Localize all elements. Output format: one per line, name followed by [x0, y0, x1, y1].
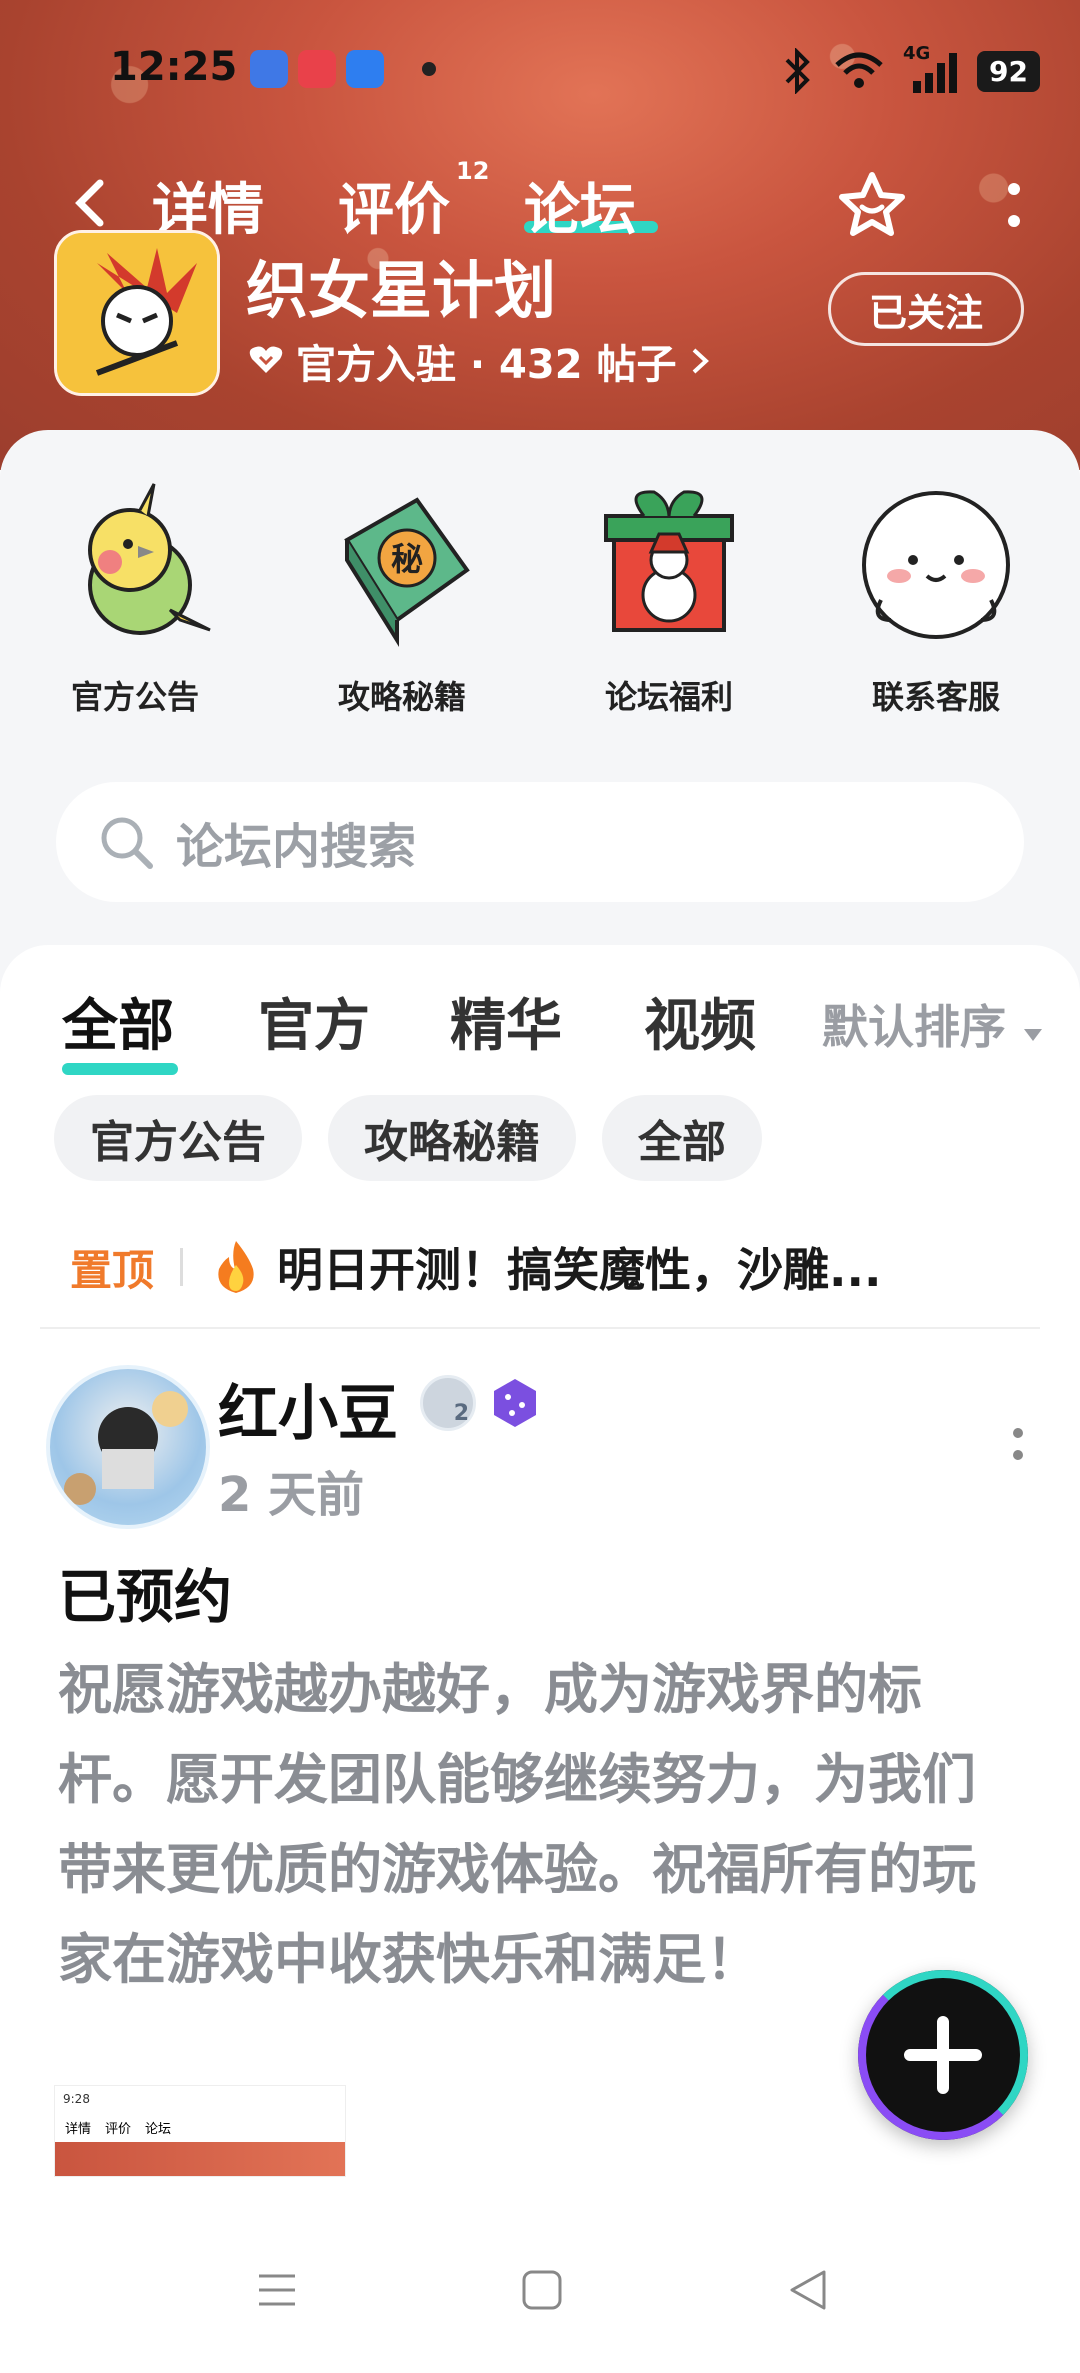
secret-book-icon: 秘 [344, 497, 470, 647]
system-navigation-bar [0, 2230, 1080, 2373]
notification-dot-icon [422, 62, 436, 76]
game-character-icon [57, 233, 217, 393]
filter-tab-video[interactable]: 视频 [644, 981, 756, 1062]
battery-indicator: 92 [977, 50, 1040, 92]
plus-icon [904, 2016, 982, 2094]
menu-icon[interactable] [255, 2268, 299, 2312]
star-favorite-icon[interactable] [836, 169, 908, 241]
author-badges: 2 [420, 1375, 542, 1431]
post-time: 2 天前 [218, 1467, 365, 1523]
quick-link-guides[interactable]: 秘 攻略秘籍 [287, 480, 517, 718]
status-time: 12:25 [110, 44, 238, 90]
post-more-icon[interactable] [1008, 1415, 1028, 1475]
category-chips: 官方公告 攻略秘籍 全部 [54, 1095, 762, 1181]
create-post-button[interactable] [858, 1970, 1028, 2140]
chip-announcements[interactable]: 官方公告 [54, 1095, 302, 1181]
quick-link-announcements[interactable]: 官方公告 [20, 480, 250, 718]
bluetooth-icon [785, 48, 810, 94]
app-meta-text: 官方入驻 · 432 帖子 [296, 342, 677, 388]
author-name[interactable]: 红小豆 [218, 1365, 398, 1452]
parrot-icon [88, 483, 211, 635]
tab-reviews[interactable]: 评价 [338, 165, 450, 246]
game-app-icon [54, 230, 220, 396]
thumb-header-art [55, 2142, 345, 2176]
thumb-tab: 详情 [65, 2121, 92, 2137]
thumb-tab: 论坛 [145, 2121, 172, 2137]
search-placeholder: 论坛内搜索 [176, 819, 417, 875]
level-badge-icon: 2 [420, 1375, 476, 1431]
filter-tabs: 全部 官方 精华 视频 默认排序 [62, 981, 1044, 1075]
quick-links: 官方公告 秘 攻略秘籍 论坛福利 联系客服 [0, 460, 1080, 740]
list-divider [40, 1327, 1040, 1329]
svg-text:秘: 秘 [391, 540, 423, 578]
forum-search-input[interactable]: 论坛内搜索 [56, 782, 1024, 902]
pinned-post[interactable]: 置顶 明日开测！搞笑魔性，沙雕... [70, 1227, 1040, 1307]
caret-down-icon [1024, 1029, 1042, 1041]
video-app-icon [298, 50, 336, 88]
thumb-tab: 评价 [105, 2121, 132, 2137]
quick-link-label: 联系客服 [871, 678, 1000, 716]
chip-guides[interactable]: 攻略秘籍 [328, 1095, 576, 1181]
chevron-right-icon [693, 348, 710, 374]
wifi-icon [835, 52, 883, 88]
more-options-icon[interactable] [994, 175, 1034, 235]
quick-link-customer-service[interactable]: 联系客服 [821, 480, 1051, 718]
tplink-app-icon [346, 50, 384, 88]
fire-icon [218, 1241, 254, 1293]
avatar-image [64, 1391, 188, 1505]
quick-link-label: 攻略秘籍 [337, 678, 466, 716]
pinned-title: 明日开测！搞笑魔性，沙雕... [277, 1243, 882, 1297]
thumb-status-time: 9:28 [63, 2092, 90, 2106]
pinned-tag: 置顶 [70, 1245, 155, 1295]
heart-badge-icon [249, 346, 283, 373]
forum-header: 12:25 4G 92 详情 评价 12 论坛 织女星计划 官方入驻 · 432… [0, 0, 1080, 470]
app-name: 织女星计划 [246, 254, 557, 327]
filter-tab-official[interactable]: 官方 [258, 981, 370, 1062]
post-image-thumbnail[interactable]: 9:28 详情 评价 论坛 [54, 2085, 346, 2177]
app-notification-icon [250, 50, 288, 88]
app-meta[interactable]: 官方入驻 · 432 帖子 [248, 332, 712, 390]
sort-label: 默认排序 [821, 1000, 1006, 1054]
back-triangle-icon[interactable] [786, 2266, 830, 2314]
tab-forum[interactable]: 论坛 [524, 165, 636, 246]
sort-dropdown[interactable]: 默认排序 [822, 991, 1044, 1057]
gift-box-icon [604, 490, 734, 632]
cellular-signal-icon: 4G [903, 43, 959, 93]
back-arrow-icon[interactable] [62, 173, 122, 233]
quick-link-label: 官方公告 [70, 678, 199, 716]
post-body: 祝愿游戏越办越好，成为游戏界的标杆。愿开发团队能够继续努力，为我们带来更优质的游… [58, 1658, 976, 1991]
thumb-tabs: 详情 评价 论坛 [55, 2112, 345, 2142]
status-bar: 12:25 4G 92 [0, 0, 1080, 140]
filter-tab-all[interactable]: 全部 [62, 981, 174, 1062]
home-icon[interactable] [520, 2268, 564, 2312]
dice-badge-icon [494, 1379, 536, 1427]
follow-button[interactable]: 已关注 [828, 272, 1024, 346]
author-avatar[interactable] [46, 1365, 210, 1529]
quick-link-label: 论坛福利 [604, 678, 733, 716]
filter-tab-featured[interactable]: 精华 [450, 981, 562, 1062]
pinned-divider [180, 1248, 184, 1286]
filter-tab-indicator [62, 1063, 178, 1075]
post-title: 已预约 [58, 1563, 233, 1631]
chip-all[interactable]: 全部 [602, 1095, 762, 1181]
reviews-count-badge: 12 [456, 157, 490, 185]
search-icon [101, 817, 153, 869]
smiling-mascot-icon [862, 491, 1010, 639]
quick-link-benefits[interactable]: 论坛福利 [554, 480, 784, 718]
